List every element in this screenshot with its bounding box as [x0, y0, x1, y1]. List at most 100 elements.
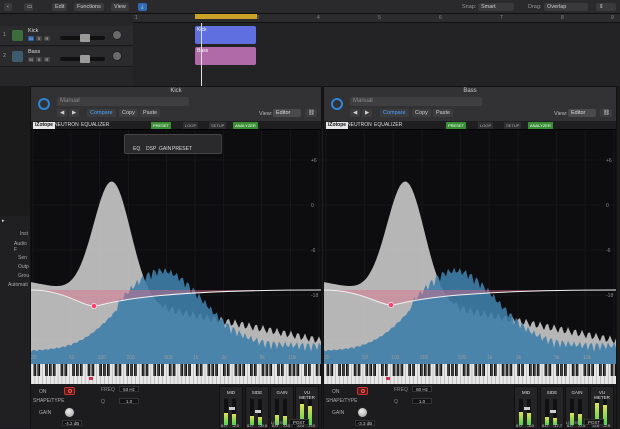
- subpanel-tab[interactable]: GAIN: [159, 146, 171, 152]
- edit-menu[interactable]: Edit: [52, 3, 68, 11]
- plugin-window-kick[interactable]: Kick Manual ◀ ▶ Compare Copy Paste View: Editor ⛓…: [30, 86, 323, 429]
- timeline-ruler[interactable]: 1 2 3 4 5 6 7 8 9: [133, 14, 620, 23]
- plugin-window-bass[interactable]: Bass Manual ◀ ▶ Compare Copy Paste View: Editor ⛓…: [323, 86, 618, 429]
- prev-preset-icon[interactable]: ◀: [350, 109, 360, 117]
- fader-handle[interactable]: [255, 410, 261, 413]
- level-meter: [232, 399, 236, 425]
- power-icon[interactable]: [331, 98, 343, 110]
- kick-region[interactable]: Kick: [195, 26, 256, 44]
- track-number: 2: [3, 53, 7, 59]
- arrange-area[interactable]: 1 2 3 4 5 6 7 8 9 Kick Bass: [133, 14, 620, 86]
- meter-value: -0.0: [308, 423, 315, 428]
- meter-panel-mid: MID 0.0 -3.0: [514, 386, 538, 429]
- view-menu[interactable]: View: [111, 3, 129, 11]
- pan-knob[interactable]: [112, 30, 122, 40]
- post-select[interactable]: POST: [584, 419, 604, 425]
- view-select[interactable]: Editor: [273, 109, 301, 117]
- q-label: Q: [101, 399, 105, 405]
- bar-number: 1: [135, 15, 138, 21]
- view-select[interactable]: Editor: [568, 109, 596, 117]
- plugin-name: NEUTRON: [54, 122, 79, 128]
- record-button[interactable]: R: [44, 36, 50, 41]
- eq-graph[interactable]: 20 50 100 200 500 1k 2k 5k 10k +6 0 -6 -18 EQ DSP GAIN P…: [31, 130, 321, 364]
- compare-button[interactable]: Compare: [380, 109, 409, 117]
- catch-icon[interactable]: ⤓: [138, 3, 147, 11]
- loop-btn[interactable]: LOOP: [478, 122, 494, 129]
- inspector-toggle-icon[interactable]: ▸: [2, 218, 5, 224]
- post-select[interactable]: POST: [289, 419, 309, 425]
- snap-select[interactable]: Smart: [478, 3, 514, 11]
- preset-btn[interactable]: PRESET: [151, 122, 172, 129]
- listen-label: LISTEN: [566, 420, 581, 425]
- paste-button[interactable]: Paste: [140, 109, 161, 117]
- band-power-icon[interactable]: [64, 387, 75, 395]
- meter-title: MID: [521, 390, 531, 395]
- analyzer-btn[interactable]: ANALYZER: [233, 122, 258, 129]
- analyzer-btn[interactable]: ANALYZER: [528, 122, 553, 129]
- inspector-label: Sen: [18, 255, 27, 261]
- eq-graph[interactable]: 20 50 100 200 500 1k 2k 5k 10k +6 0 -6 -18: [324, 130, 616, 364]
- volume-fader[interactable]: [60, 55, 105, 63]
- next-preset-icon[interactable]: ▶: [362, 109, 372, 117]
- preset-btn[interactable]: PRESET: [446, 122, 467, 129]
- fader-handle[interactable]: [524, 407, 530, 410]
- solo-button[interactable]: S: [36, 57, 42, 62]
- subpanel-tab[interactable]: PRESET: [172, 146, 192, 152]
- q-value[interactable]: 1.0: [412, 398, 432, 404]
- freq-tick-label: 10k: [583, 355, 592, 361]
- preset-menu[interactable]: Manual: [350, 97, 482, 106]
- record-button[interactable]: R: [44, 57, 50, 62]
- subpanel-tab[interactable]: DSP: [146, 146, 156, 152]
- gain-value[interactable]: -3.3 dB: [355, 420, 375, 426]
- setup-btn[interactable]: SETUP: [504, 122, 522, 129]
- fader-handle[interactable]: [229, 407, 235, 410]
- copy-button[interactable]: Copy: [119, 109, 138, 117]
- solo-button[interactable]: S: [36, 36, 42, 41]
- fader-handle[interactable]: [550, 410, 556, 413]
- copy-button[interactable]: Copy: [412, 109, 431, 117]
- mute-button[interactable]: M: [28, 36, 34, 41]
- back-icon[interactable]: ‹: [4, 3, 12, 11]
- piano-keyboard[interactable]: [30, 364, 323, 384]
- track-header-kick[interactable]: 1 Kick M S R: [0, 26, 133, 46]
- cycle-region[interactable]: [195, 14, 257, 19]
- pan-knob[interactable]: [112, 51, 122, 61]
- plugin-toolbar: iZotope NEUTRON EQUALIZER PRESET LOOP SETUP AN…: [31, 121, 321, 130]
- gain-knob[interactable]: [357, 407, 368, 418]
- level-meter: [250, 399, 254, 425]
- keyboard-svg: [323, 364, 618, 384]
- functions-menu[interactable]: Functions: [74, 3, 104, 11]
- power-icon[interactable]: [38, 98, 50, 110]
- compare-button[interactable]: Compare: [87, 109, 116, 117]
- freq-label: FREQ: [394, 387, 408, 393]
- gain-knob[interactable]: [64, 407, 75, 418]
- mute-button[interactable]: M: [28, 57, 34, 62]
- prev-preset-icon[interactable]: ◀: [57, 109, 67, 117]
- loop-btn[interactable]: LOOP: [183, 122, 199, 129]
- bass-region[interactable]: Bass: [195, 47, 256, 65]
- next-preset-icon[interactable]: ▶: [69, 109, 79, 117]
- freq-value[interactable]: 53 Hz: [119, 386, 139, 392]
- paste-button[interactable]: Paste: [433, 109, 454, 117]
- subpanel-tab[interactable]: EQ: [133, 146, 140, 152]
- gain-value[interactable]: -4.2 dB: [62, 420, 82, 426]
- freq-tick-label: 500: [164, 355, 173, 361]
- setup-btn[interactable]: SETUP: [209, 122, 227, 129]
- track-header-bass[interactable]: 2 Bass M S R: [0, 47, 133, 67]
- link-icon[interactable]: ⛓: [305, 109, 317, 117]
- piano-keyboard[interactable]: [323, 364, 618, 384]
- volume-fader[interactable]: [60, 34, 105, 42]
- q-value[interactable]: 1.0: [119, 398, 139, 404]
- drag-select[interactable]: Overlap: [544, 3, 588, 11]
- track-view-icon[interactable]: ▭: [24, 3, 33, 11]
- db-tick-label: +6: [311, 158, 317, 164]
- preset-menu[interactable]: Manual: [57, 97, 189, 106]
- playhead[interactable]: [201, 23, 202, 86]
- inspector-label: Grou: [18, 273, 30, 279]
- meter-panel-side: SIDE 0.0 -20.0: [245, 386, 269, 429]
- freq-value[interactable]: 80 Hz: [412, 386, 432, 392]
- track-name: Kick: [28, 28, 39, 34]
- link-icon[interactable]: ⛓: [600, 109, 612, 117]
- band-power-icon[interactable]: [357, 387, 368, 395]
- zoom-icon[interactable]: ⇕: [596, 3, 616, 11]
